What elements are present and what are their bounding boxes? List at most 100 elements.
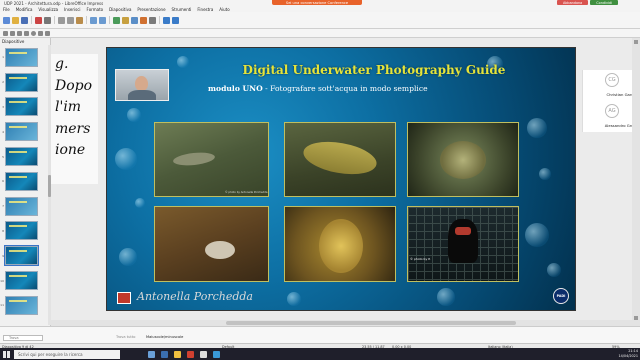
slide-preview[interactable]: [5, 147, 38, 167]
match-case-checkbox[interactable]: Maiuscole/minuscole: [146, 335, 183, 339]
print-icon[interactable]: [44, 16, 51, 24]
image-icon[interactable]: [122, 16, 129, 24]
bubble: [525, 223, 549, 247]
current-slide[interactable]: Digital Underwater Photography Guide mod…: [106, 47, 576, 311]
rectangle-icon[interactable]: [24, 30, 29, 36]
menu-edit[interactable]: Modifica: [16, 7, 33, 12]
shrimp-shape: [205, 241, 235, 259]
open-folder-icon[interactable]: [12, 16, 19, 24]
new-document-icon[interactable]: [3, 16, 10, 24]
shapes-icon[interactable]: [38, 30, 43, 36]
slide-thumbnail[interactable]: 5: [0, 144, 50, 169]
leave-meeting-button[interactable]: Abbandona: [556, 0, 589, 5]
slide-preview[interactable]: [5, 221, 38, 241]
slide-thumbnail-selected[interactable]: 9: [0, 243, 50, 268]
find-input[interactable]: Trova: [3, 335, 43, 341]
windows-start-icon[interactable]: [3, 350, 10, 358]
start-slideshow-icon[interactable]: [163, 16, 170, 24]
line-icon[interactable]: [17, 30, 22, 36]
creature-shape: [440, 141, 486, 179]
save-icon[interactable]: [21, 16, 28, 24]
slide-thumbnail[interactable]: 4: [0, 119, 50, 144]
arrows-icon[interactable]: [45, 30, 50, 36]
file-explorer-icon[interactable]: [174, 350, 181, 358]
participant-name: Christian Garetta: [606, 92, 639, 97]
windows-taskbar: Scrivi qui per eseguire la ricerca 21:14…: [0, 348, 640, 360]
participant-name: Alessandro Gregis: [604, 123, 639, 128]
textbox-icon[interactable]: [140, 16, 147, 24]
slide-thumbnail[interactable]: 3: [0, 95, 50, 120]
photo-sea-creature[interactable]: [407, 122, 519, 197]
menu-insert[interactable]: Inserisci: [64, 7, 80, 12]
menu-slideshow[interactable]: Presentazione: [137, 7, 165, 12]
zoom-icon[interactable]: [10, 30, 15, 36]
slide-preview[interactable]: [5, 72, 38, 92]
toolbar-divider: [109, 16, 110, 24]
menu-window[interactable]: Finestra: [197, 7, 213, 12]
menu-tools[interactable]: Strumenti: [172, 7, 192, 12]
edit-vertical-scrollbar[interactable]: [632, 38, 640, 326]
drawing-toolbar: [0, 29, 640, 38]
meeting-app-icon[interactable]: [213, 350, 220, 358]
slide-thumbnail[interactable]: 6: [0, 169, 50, 194]
redo-icon[interactable]: [99, 16, 106, 24]
system-tray-clock[interactable]: 21:14 14/04/2021: [618, 349, 638, 358]
slide-thumbnail[interactable]: 2: [0, 70, 50, 95]
slide-preview[interactable]: [5, 122, 38, 142]
photo-shrimp[interactable]: [154, 206, 269, 282]
ellipse-icon[interactable]: [31, 30, 36, 36]
menu-help[interactable]: Aiuto: [219, 7, 229, 12]
slide-preview[interactable]: [5, 271, 38, 291]
slide-thumbnail[interactable]: 1: [0, 45, 50, 70]
export-pdf-icon[interactable]: [35, 16, 42, 24]
slide-preview[interactable]: [5, 97, 38, 117]
toolbar-divider: [159, 16, 160, 24]
notes-line: Dopo: [55, 77, 93, 94]
find-all-button[interactable]: Trova tutto: [116, 335, 135, 339]
scroll-up-icon[interactable]: [634, 40, 638, 44]
slide-preview[interactable]: [5, 295, 38, 315]
slide-preview[interactable]: [5, 47, 38, 67]
slideshow-current-icon[interactable]: [172, 16, 179, 24]
photo-perch[interactable]: [284, 122, 396, 197]
slide-thumbnail[interactable]: 11: [0, 293, 50, 318]
slide-subtitle[interactable]: modulo UNO - Fotografare sott'acqua in m…: [208, 84, 528, 93]
share-screen-button[interactable]: Condividi: [590, 0, 618, 5]
toolbar-divider: [31, 16, 32, 24]
slide-thumbnail[interactable]: 10: [0, 268, 50, 293]
chrome-icon[interactable]: [187, 350, 194, 358]
slide-thumbnail[interactable]: 8: [0, 219, 50, 244]
slide-preview[interactable]: [5, 171, 38, 191]
bubble: [177, 56, 189, 68]
slide-preview[interactable]: [4, 245, 39, 267]
select-arrow-icon[interactable]: [3, 30, 8, 36]
slide-preview[interactable]: [5, 196, 38, 216]
task-view-icon[interactable]: [148, 350, 155, 358]
menu-view[interactable]: Visualizza: [38, 7, 58, 12]
photo-small-fish[interactable]: © photo by Antonella Porchedda: [154, 122, 269, 197]
libreoffice-icon[interactable]: [200, 350, 207, 358]
slide-title[interactable]: Digital Underwater Photography Guide: [204, 63, 544, 77]
toolbar-divider: [86, 16, 87, 24]
menu-slide[interactable]: Diapositiva: [109, 7, 131, 12]
edge-browser-icon[interactable]: [161, 350, 168, 358]
special-char-icon[interactable]: [149, 16, 156, 24]
fish-shape: [300, 136, 380, 180]
paste-icon[interactable]: [76, 16, 83, 24]
cut-icon[interactable]: [58, 16, 65, 24]
undo-icon[interactable]: [90, 16, 97, 24]
taskbar-search-input[interactable]: Scrivi qui per eseguire la ricerca: [14, 349, 120, 359]
slide-thumbnail[interactable]: 7: [0, 194, 50, 219]
meeting-banner[interactable]: Sei una conversazione Conference: [272, 0, 362, 5]
photo-seahorse[interactable]: [284, 206, 396, 282]
scrollbar-thumb[interactable]: [226, 321, 516, 325]
table-icon[interactable]: [113, 16, 120, 24]
copy-icon[interactable]: [67, 16, 74, 24]
taskbar-apps: [148, 350, 220, 358]
menu-file[interactable]: File: [3, 7, 10, 12]
menu-format[interactable]: Formato: [87, 7, 104, 12]
chart-icon[interactable]: [131, 16, 138, 24]
photo-diver[interactable]: © photo by P.: [407, 206, 519, 282]
scroll-down-icon[interactable]: [634, 316, 638, 320]
bubble: [527, 118, 547, 138]
